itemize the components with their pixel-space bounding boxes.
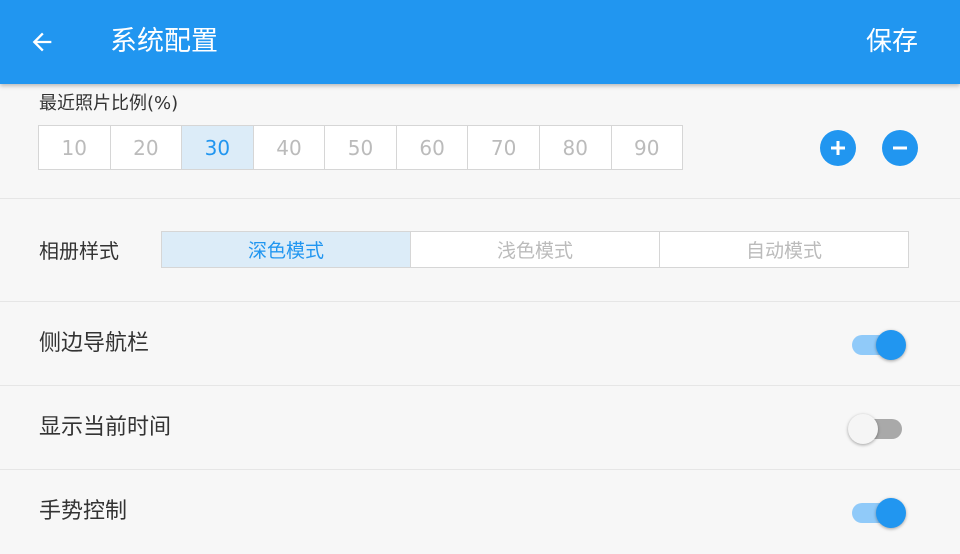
ratio-option[interactable]: 70: [468, 126, 540, 169]
side-nav-switch[interactable]: [848, 330, 908, 360]
switch-thumb: [876, 498, 906, 528]
app-bar: 系统配置 保存: [0, 0, 960, 84]
arrow-left-icon: [32, 32, 52, 52]
back-button[interactable]: [22, 22, 62, 62]
ratio-option[interactable]: 90: [612, 126, 683, 169]
ratio-segmented-control: 10 20 30 40 50 60 70 80 90: [38, 125, 683, 170]
ratio-option[interactable]: 10: [39, 126, 111, 169]
ratio-option[interactable]: 60: [397, 126, 469, 169]
ratio-option-selected[interactable]: 30: [182, 126, 254, 169]
album-style-row: 相册样式 深色模式 浅色模式 自动模式: [0, 199, 960, 302]
style-option-dark[interactable]: 深色模式: [162, 232, 411, 267]
recent-photo-ratio-label: 最近照片比例(%): [39, 93, 179, 114]
album-style-segmented-control: 深色模式 浅色模式 自动模式: [161, 231, 909, 268]
style-option-light[interactable]: 浅色模式: [411, 232, 660, 267]
show-time-label: 显示当前时间: [39, 415, 172, 440]
gesture-control-switch[interactable]: [848, 498, 908, 528]
recent-photo-ratio-row: 最近照片比例(%) 10 20 30 40 50 60 70 80 90: [0, 84, 960, 199]
style-option-auto[interactable]: 自动模式: [660, 232, 908, 267]
save-button[interactable]: 保存: [866, 22, 918, 62]
show-time-switch[interactable]: [848, 414, 908, 444]
minus-icon: [893, 146, 907, 150]
switch-thumb: [876, 330, 906, 360]
ratio-option[interactable]: 40: [254, 126, 326, 169]
side-nav-label: 侧边导航栏: [39, 331, 150, 356]
increase-ratio-button[interactable]: [820, 130, 856, 166]
page-title: 系统配置: [110, 26, 218, 57]
gesture-control-label: 手势控制: [39, 499, 128, 524]
gesture-control-row: 手势控制: [0, 470, 960, 554]
switch-thumb: [848, 414, 878, 444]
decrease-ratio-button[interactable]: [882, 130, 918, 166]
settings-content: 最近照片比例(%) 10 20 30 40 50 60 70 80 90 相册样…: [0, 84, 960, 540]
album-style-label: 相册样式: [39, 239, 119, 263]
ratio-option[interactable]: 80: [540, 126, 612, 169]
plus-icon: [831, 141, 845, 155]
ratio-option[interactable]: 20: [111, 126, 183, 169]
side-nav-row: 侧边导航栏: [0, 302, 960, 386]
show-time-row: 显示当前时间: [0, 386, 960, 470]
ratio-option[interactable]: 50: [325, 126, 397, 169]
